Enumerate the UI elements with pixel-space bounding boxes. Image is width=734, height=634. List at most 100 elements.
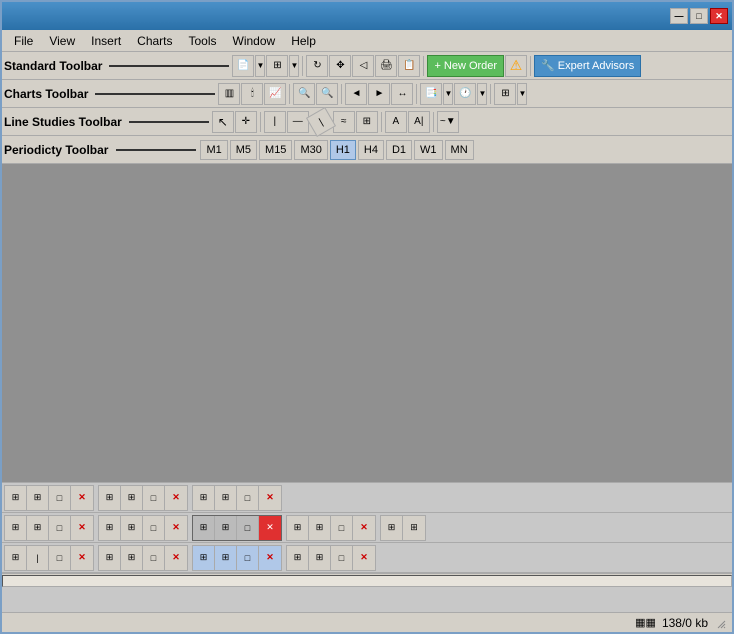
layout-dropdown[interactable]: ▼	[289, 55, 299, 77]
layout-button[interactable]: ⊞	[266, 55, 288, 77]
period-mn[interactable]: MN	[445, 140, 474, 160]
tab-close-2[interactable]: ✕	[165, 486, 187, 510]
tab2-icon-12[interactable]: □	[331, 516, 353, 540]
draw-dropdown[interactable]: ~▼	[437, 111, 459, 133]
tab2-close-3-active[interactable]: ✕	[259, 516, 281, 540]
tab2-icon-6[interactable]: □	[143, 516, 165, 540]
scroll-left-button[interactable]: ◄	[345, 83, 367, 105]
tab3-icon-5[interactable]: ⊞	[121, 546, 143, 570]
scroll-right-button[interactable]: ►	[368, 83, 390, 105]
refresh-button[interactable]: ↻	[306, 55, 328, 77]
scroll-track[interactable]	[2, 575, 732, 587]
tab3-icon-2[interactable]: |	[27, 546, 49, 570]
tab3-icon-8[interactable]: ⊞	[215, 546, 237, 570]
zoom-in-button[interactable]: 🔍	[293, 83, 315, 105]
tab2-icon-7[interactable]: ⊞	[193, 516, 215, 540]
tab2-icon-3[interactable]: □	[49, 516, 71, 540]
expert-advisors-button[interactable]: 🔧 Expert Advisors	[534, 55, 641, 77]
alert-button[interactable]: ⚠	[505, 55, 527, 77]
tab2-icon-11[interactable]: ⊞	[309, 516, 331, 540]
close-button[interactable]: ✕	[710, 8, 728, 24]
pan-button[interactable]: ✥	[329, 55, 351, 77]
tab-icon-2[interactable]: ⊞	[27, 486, 49, 510]
menu-help[interactable]: Help	[283, 32, 324, 50]
tab3-icon-4[interactable]: ⊞	[99, 546, 121, 570]
tab3-close-3[interactable]: ✕	[259, 546, 281, 570]
tab3-icon-10[interactable]: ⊞	[287, 546, 309, 570]
tab-icon-3[interactable]: □	[49, 486, 71, 510]
auto-scroll-button[interactable]: ↔	[391, 83, 413, 105]
period-m5[interactable]: M5	[230, 140, 257, 160]
tab2-icon-1[interactable]: ⊞	[5, 516, 27, 540]
tab2-icon-2[interactable]: ⊞	[27, 516, 49, 540]
tab2-icon-8[interactable]: ⊞	[215, 516, 237, 540]
menu-insert[interactable]: Insert	[83, 32, 129, 50]
maximize-button[interactable]: □	[690, 8, 708, 24]
period-w1[interactable]: W1	[414, 140, 443, 160]
template-dropdown[interactable]: ▼	[443, 83, 453, 105]
menu-charts[interactable]: Charts	[129, 32, 180, 50]
tab-icon-1[interactable]: ⊞	[5, 486, 27, 510]
tab3-close-2[interactable]: ✕	[165, 546, 187, 570]
tab2-icon-5[interactable]: ⊞	[121, 516, 143, 540]
tab3-icon-9[interactable]: □	[237, 546, 259, 570]
minimize-button[interactable]: —	[670, 8, 688, 24]
tab-close-1[interactable]: ✕	[71, 486, 93, 510]
period-m30[interactable]: M30	[294, 140, 327, 160]
tab-close-3[interactable]: ✕	[259, 486, 281, 510]
print-button[interactable]: 🖨	[375, 55, 397, 77]
tab2-close-2[interactable]: ✕	[165, 516, 187, 540]
chart-grid-button[interactable]: ⊞	[494, 83, 516, 105]
tab2-icon-9[interactable]: □	[237, 516, 259, 540]
back-button[interactable]: ◁	[352, 55, 374, 77]
tab3-close-4[interactable]: ✕	[353, 546, 375, 570]
tab2-close-1[interactable]: ✕	[71, 516, 93, 540]
clock-dropdown[interactable]: ▼	[477, 83, 487, 105]
period-m1[interactable]: M1	[200, 140, 227, 160]
tab3-icon-1[interactable]: ⊞	[5, 546, 27, 570]
cursor-button[interactable]: ↖	[212, 111, 234, 133]
vertical-line-button[interactable]: |	[264, 111, 286, 133]
chart-grid-dropdown[interactable]: ▼	[517, 83, 527, 105]
print-preview-button[interactable]: 📋	[398, 55, 420, 77]
horizontal-scroll[interactable]	[2, 573, 732, 587]
clock-button[interactable]: 🕐	[454, 83, 476, 105]
period-d1[interactable]: D1	[386, 140, 412, 160]
zoom-out-button[interactable]: 🔍	[316, 83, 338, 105]
tab2-icon-4[interactable]: ⊞	[99, 516, 121, 540]
tab3-icon-3[interactable]: □	[49, 546, 71, 570]
tab2-close-4[interactable]: ✕	[353, 516, 375, 540]
tab3-icon-6[interactable]: □	[143, 546, 165, 570]
menu-window[interactable]: Window	[225, 32, 284, 50]
fib-button[interactable]: ≈	[333, 111, 355, 133]
new-doc-button[interactable]: 📄	[232, 55, 254, 77]
candle-chart-button[interactable]: 🕯	[241, 83, 263, 105]
period-m15[interactable]: M15	[259, 140, 292, 160]
new-order-button[interactable]: + New Order	[427, 55, 504, 77]
tab-icon-4[interactable]: ⊞	[99, 486, 121, 510]
menu-file[interactable]: File	[6, 32, 41, 50]
menu-view[interactable]: View	[41, 32, 83, 50]
horizontal-line-button[interactable]: —	[287, 111, 309, 133]
tab-icon-7[interactable]: ⊞	[193, 486, 215, 510]
tab2-icon-13[interactable]: ⊞	[381, 516, 403, 540]
grid-line-button[interactable]: ⊞	[356, 111, 378, 133]
period-h4[interactable]: H4	[358, 140, 384, 160]
template-button[interactable]: 📑	[420, 83, 442, 105]
resize-handle[interactable]	[714, 617, 726, 629]
line-chart-button[interactable]: 📈	[264, 83, 286, 105]
tab-icon-6[interactable]: □	[143, 486, 165, 510]
tab2-icon-14[interactable]: ⊞	[403, 516, 425, 540]
tab3-close-1[interactable]: ✕	[71, 546, 93, 570]
tab-icon-5[interactable]: ⊞	[121, 486, 143, 510]
tab-icon-9[interactable]: □	[237, 486, 259, 510]
bar-chart-button[interactable]: ▥	[218, 83, 240, 105]
tab2-icon-10[interactable]: ⊞	[287, 516, 309, 540]
new-doc-dropdown[interactable]: ▼	[255, 55, 265, 77]
tab3-icon-7[interactable]: ⊞	[193, 546, 215, 570]
trend-line-button[interactable]: |	[306, 106, 336, 136]
menu-tools[interactable]: Tools	[181, 32, 225, 50]
label-button[interactable]: A|	[408, 111, 430, 133]
period-h1[interactable]: H1	[330, 140, 356, 160]
crosshair-button[interactable]: ✛	[235, 111, 257, 133]
